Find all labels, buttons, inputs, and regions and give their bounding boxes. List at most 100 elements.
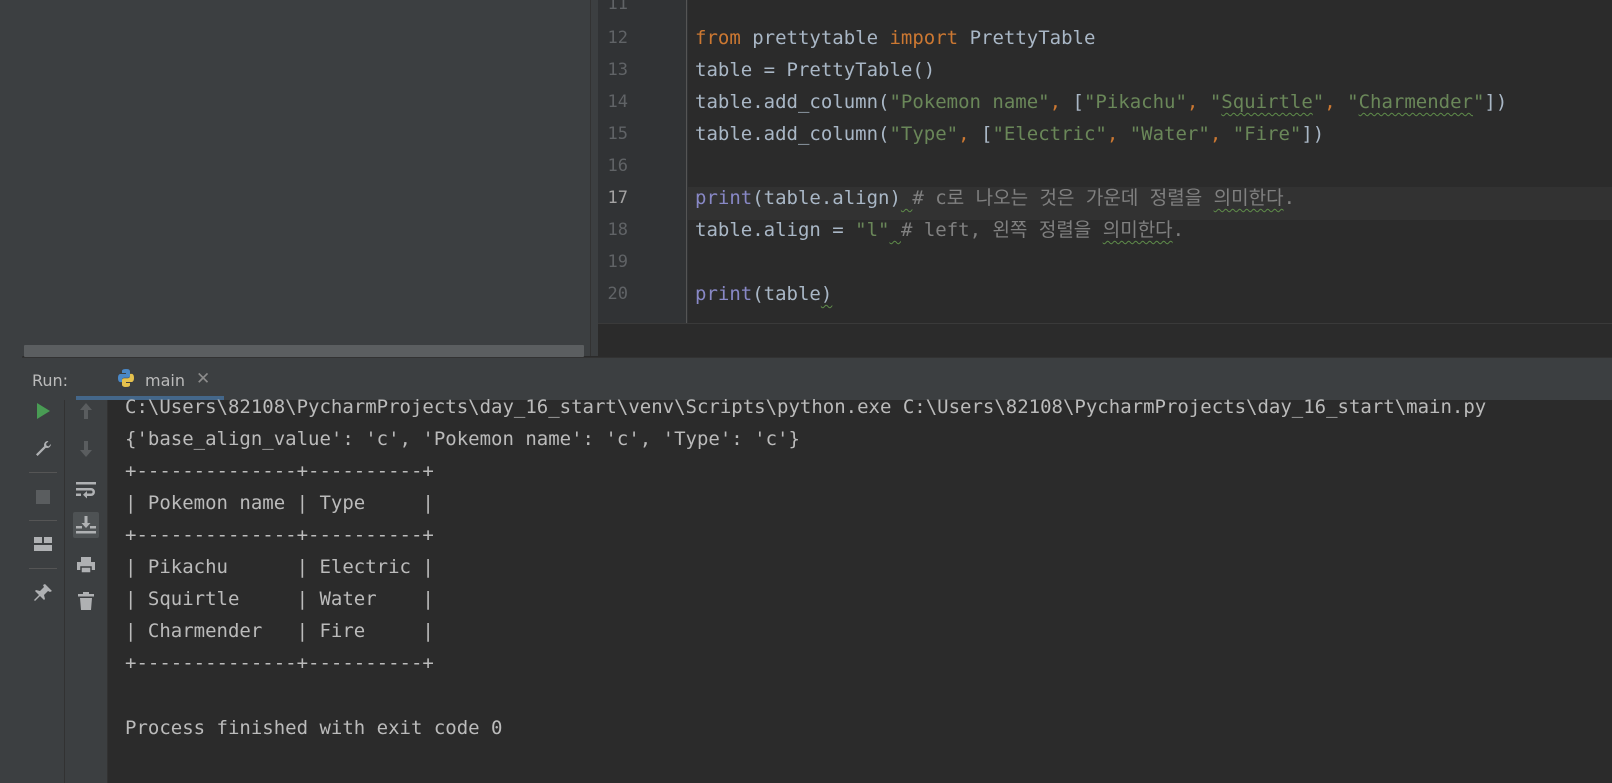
soft-wrap-icon[interactable] bbox=[73, 476, 99, 502]
code-line-14: table.add_column("Pokemon name", ["Pikac… bbox=[695, 91, 1507, 114]
wrench-icon[interactable] bbox=[30, 436, 56, 462]
comment: . bbox=[1172, 219, 1185, 241]
toolbar-separator bbox=[29, 520, 57, 521]
comma: , bbox=[958, 123, 981, 145]
comment-typo: 의미한다 bbox=[1102, 219, 1173, 241]
string-literal: "Pokemon name" bbox=[889, 91, 1050, 113]
string-quote: " bbox=[1312, 91, 1325, 113]
console-line: {'base_align_value': 'c', 'Pokemon name'… bbox=[125, 428, 800, 450]
console-line: C:\Users\82108\PycharmProjects\day_16_st… bbox=[125, 396, 1487, 418]
down-arrow-icon[interactable] bbox=[73, 436, 99, 462]
code-token: (table.align) bbox=[752, 187, 901, 209]
string-literal: "Water" bbox=[1129, 123, 1210, 145]
code-line-20: print(table) bbox=[695, 283, 832, 306]
toolbar-separator bbox=[29, 568, 57, 569]
run-icon[interactable] bbox=[30, 398, 56, 424]
module-name: prettytable bbox=[740, 27, 890, 49]
console-line: +--------------+----------+ bbox=[125, 460, 434, 482]
line-number: 13 bbox=[607, 60, 628, 80]
pep8-warning bbox=[889, 219, 900, 241]
code-line-18: table.align = "l" # left, 왼쪽 정렬을 의미한다. bbox=[695, 219, 1184, 242]
comma: , bbox=[1209, 123, 1233, 145]
run-console-output[interactable]: C:\Users\82108\PycharmProjects\day_16_st… bbox=[108, 396, 1612, 783]
string-quote: " bbox=[1472, 91, 1485, 113]
left-tool-strip bbox=[0, 0, 23, 783]
line-number-gutter: 11 12 13 14 15 16 17 18 19 20 bbox=[598, 0, 688, 323]
string-literal: "Electric" bbox=[992, 123, 1107, 145]
console-line: | Pikachu | Electric | bbox=[125, 556, 434, 578]
code-line-12: from prettytable import PrettyTable bbox=[695, 27, 1095, 50]
comment: . bbox=[1283, 187, 1296, 209]
bracket: ]) bbox=[1301, 123, 1325, 145]
string-literal: "l" bbox=[855, 219, 890, 241]
line-number: 16 bbox=[607, 156, 628, 176]
line-number: 14 bbox=[607, 92, 628, 112]
project-panel bbox=[22, 0, 590, 356]
line-number-active: 17 bbox=[607, 188, 628, 208]
string-literal: "Type" bbox=[889, 123, 959, 145]
project-horizontal-scrollbar[interactable] bbox=[24, 345, 584, 357]
run-tab-main[interactable]: main ✕ bbox=[76, 358, 222, 398]
keyword: from bbox=[695, 27, 741, 49]
toolbar-separator bbox=[29, 472, 57, 473]
string-literal-typo: Squirtle bbox=[1221, 91, 1313, 113]
pep8-warning: ) bbox=[820, 283, 833, 305]
print-icon[interactable] bbox=[73, 552, 99, 578]
bracket: ]) bbox=[1484, 91, 1508, 113]
code-token: table.align = bbox=[695, 219, 856, 241]
class-name: PrettyTable bbox=[958, 27, 1096, 49]
comment: # c로 나오는 것은 가운데 정렬을 bbox=[912, 187, 1214, 209]
comma: , bbox=[1049, 91, 1073, 113]
line-number: 12 bbox=[607, 28, 628, 48]
run-label: Run: bbox=[32, 371, 69, 390]
pin-icon[interactable] bbox=[30, 580, 56, 606]
console-exit-message: Process finished with exit code 0 bbox=[125, 717, 503, 739]
scroll-to-end-icon[interactable] bbox=[73, 512, 99, 538]
code-token: (table bbox=[752, 283, 821, 305]
layout-icon[interactable] bbox=[30, 531, 56, 557]
builtin-function: print bbox=[695, 187, 753, 209]
string-literal: "Fire" bbox=[1232, 123, 1302, 145]
console-line: | Pokemon name | Type | bbox=[125, 492, 434, 514]
line-number: 20 bbox=[607, 284, 628, 304]
up-arrow-icon[interactable] bbox=[73, 398, 99, 424]
code-token: table.add_column( bbox=[695, 123, 890, 145]
stop-icon[interactable] bbox=[30, 484, 56, 510]
run-toolbar-primary bbox=[22, 400, 65, 783]
editor-bottom-area bbox=[598, 323, 1612, 357]
string-literal-typo: Charmender bbox=[1358, 91, 1473, 113]
bracket: [ bbox=[981, 123, 993, 145]
comma: , bbox=[1106, 123, 1130, 145]
console-line: +--------------+----------+ bbox=[125, 524, 434, 546]
code-line-13: table = PrettyTable() bbox=[695, 59, 936, 81]
code-token: table.add_column( bbox=[695, 91, 890, 113]
pep8-warning bbox=[901, 187, 912, 209]
console-line: | Charmender | Fire | bbox=[125, 620, 434, 642]
line-number: 19 bbox=[607, 252, 628, 272]
run-toolbar-secondary bbox=[65, 400, 108, 783]
gutter-separator bbox=[686, 0, 687, 323]
python-icon bbox=[116, 368, 136, 388]
code-editor[interactable]: 11 12 13 14 15 16 17 18 19 20 from prett… bbox=[598, 0, 1612, 323]
trash-icon[interactable] bbox=[73, 588, 99, 614]
string-quote: " bbox=[1347, 91, 1359, 113]
line-number: 11 bbox=[607, 0, 628, 14]
run-tool-window-header: Run: main ✕ bbox=[22, 357, 1612, 401]
builtin-function: print bbox=[695, 283, 753, 305]
line-number: 15 bbox=[607, 124, 628, 144]
line-number: 18 bbox=[607, 220, 628, 240]
bracket: [ bbox=[1072, 91, 1084, 113]
console-line: +--------------+----------+ bbox=[125, 652, 434, 674]
close-icon[interactable]: ✕ bbox=[196, 369, 210, 389]
tab-label: main bbox=[145, 371, 185, 390]
string-literal: "Pikachu" bbox=[1083, 91, 1187, 113]
comment-typo: 의미한다 bbox=[1213, 187, 1284, 209]
code-line-17: print(table.align) # c로 나오는 것은 가운데 정렬을 의… bbox=[695, 187, 1295, 210]
console-line: | Squirtle | Water | bbox=[125, 588, 434, 610]
code-line-15: table.add_column("Type", ["Electric", "W… bbox=[695, 123, 1324, 146]
string-quote: " bbox=[1209, 91, 1222, 113]
keyword: import bbox=[889, 27, 959, 49]
comment: # left, 왼쪽 정렬을 bbox=[900, 219, 1103, 241]
comma: , bbox=[1186, 91, 1210, 113]
comma: , bbox=[1324, 91, 1348, 113]
